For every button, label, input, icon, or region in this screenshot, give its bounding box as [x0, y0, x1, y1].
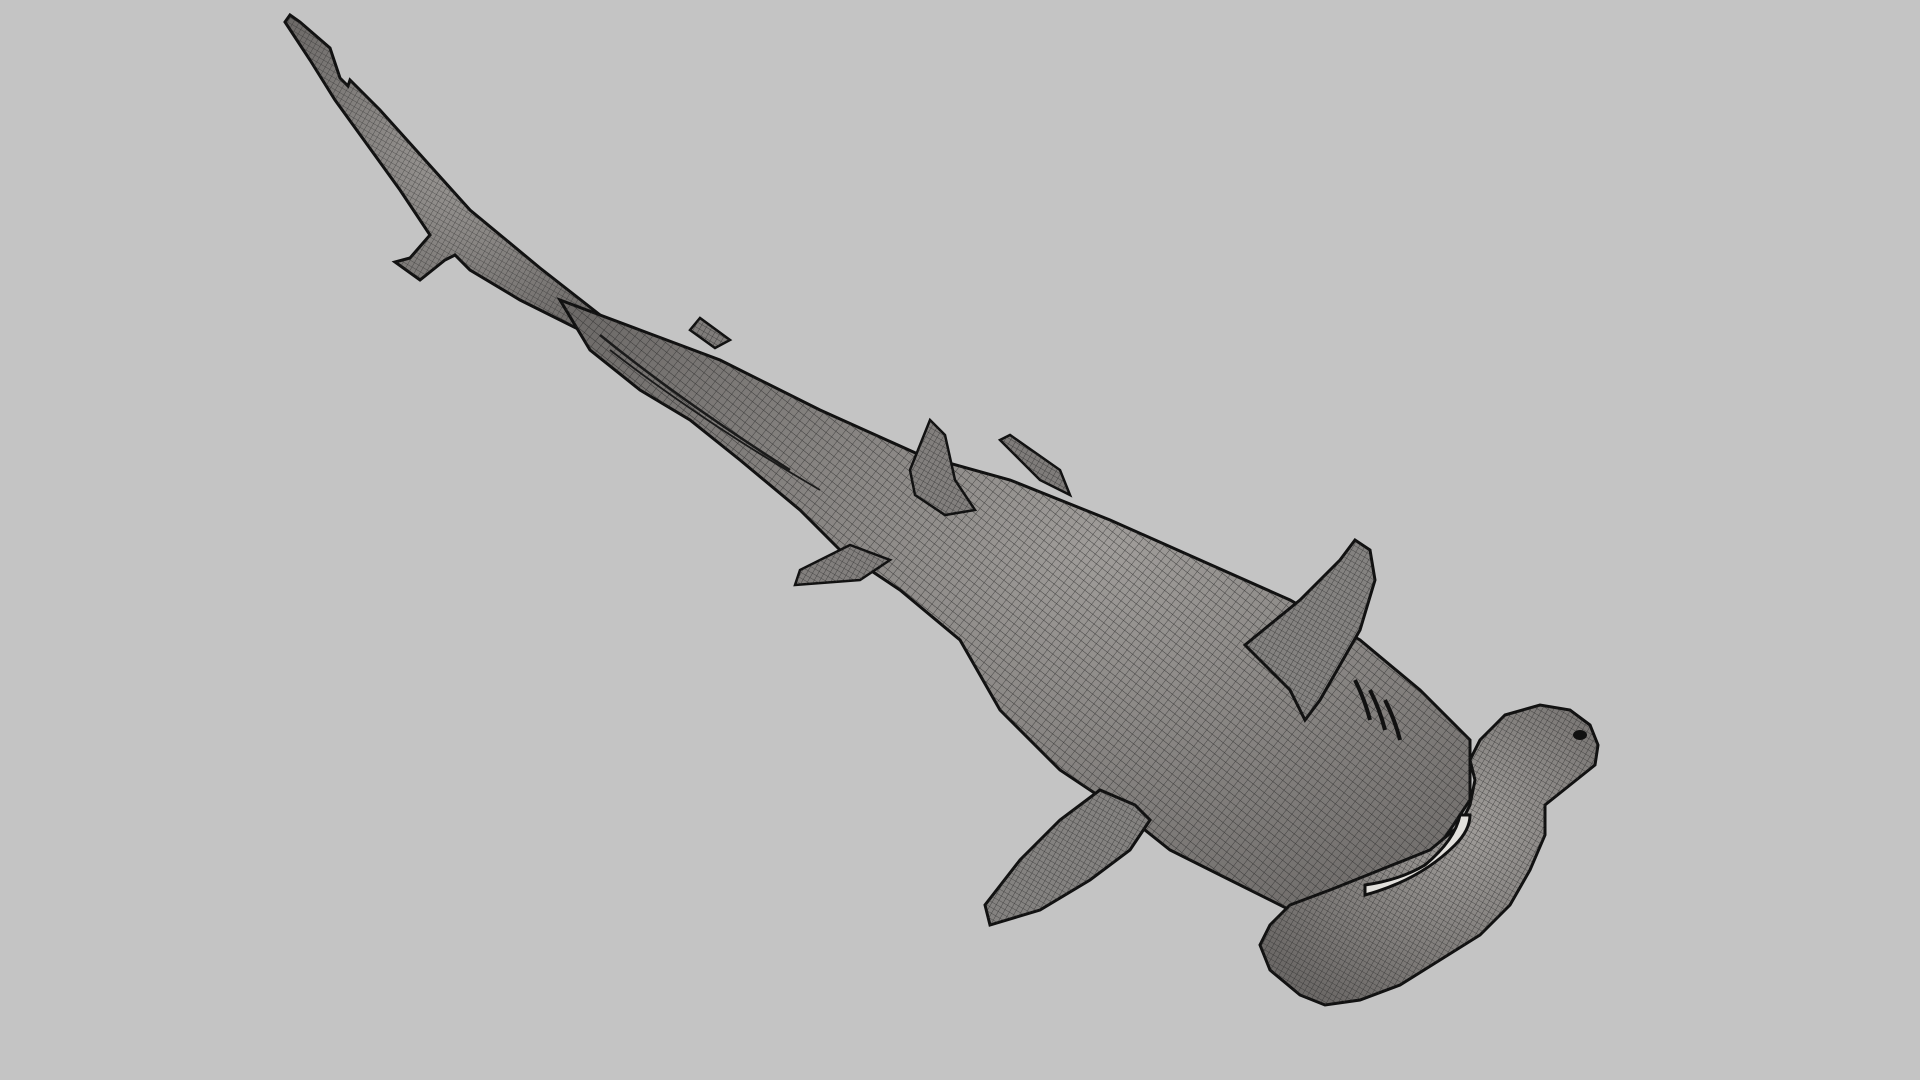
eye [1573, 730, 1587, 740]
render-viewport [0, 0, 1920, 1080]
shark-render [0, 0, 1920, 1080]
